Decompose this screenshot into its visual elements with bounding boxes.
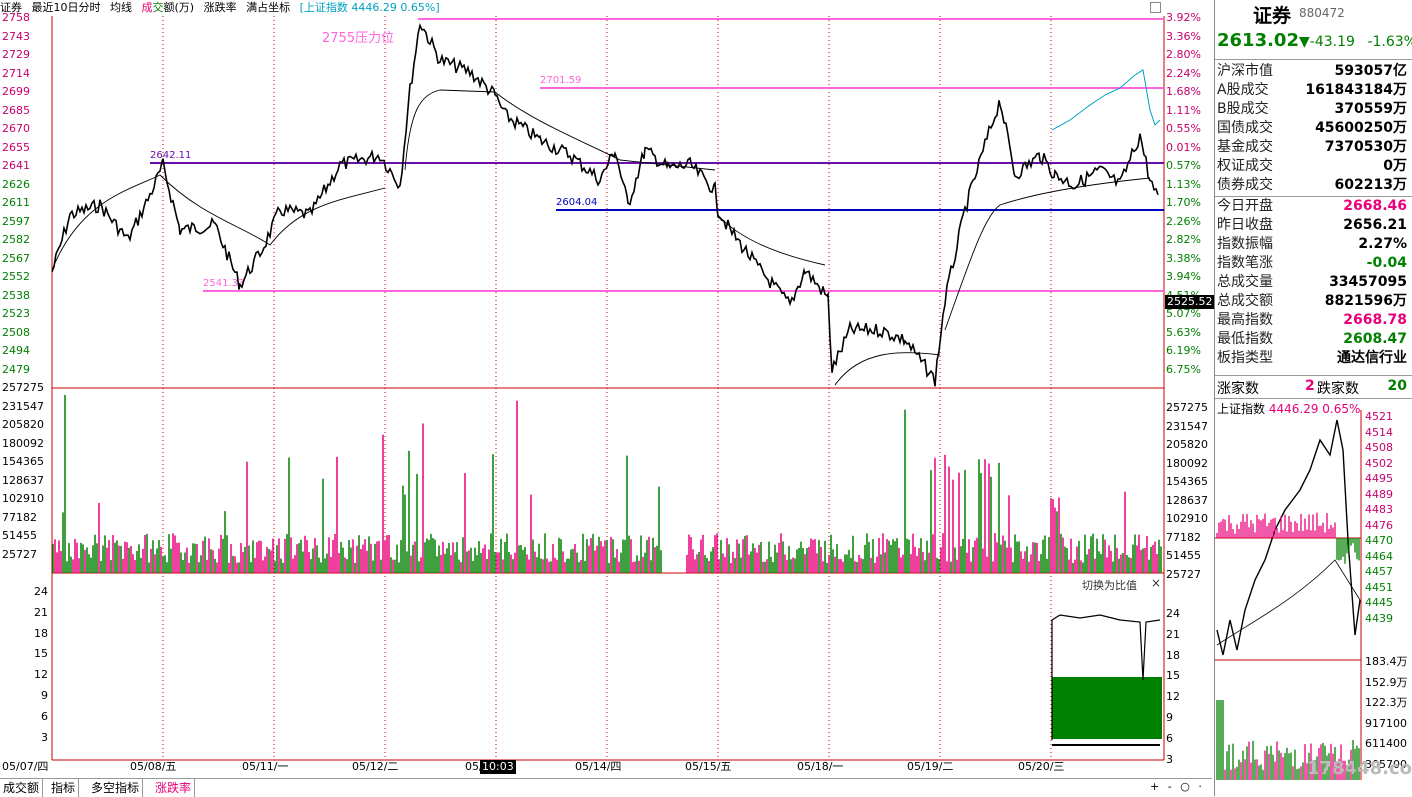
quote-row-value: 161843184万: [1305, 82, 1407, 98]
time-tick: 10:03: [480, 760, 516, 774]
quote-row-label: 最低指数: [1217, 331, 1273, 347]
quote-row-value: 8821596万: [1324, 293, 1407, 309]
indicator-tab[interactable]: 指标: [48, 779, 80, 797]
time-tick: 05/19/二: [907, 760, 954, 773]
sidebar-title: 证券: [1253, 5, 1292, 27]
up-count-value: 2: [1305, 378, 1315, 394]
quote-row: A股成交 161843184万: [1217, 81, 1411, 100]
quote-row-label: 权证成交: [1217, 158, 1273, 174]
quote-row-label: 基金成交: [1217, 139, 1273, 155]
quote-sidebar: 证券 880472 2613.02▼-43.19 -1.63% 沪深市值 5930…: [1214, 0, 1412, 796]
quote-row: 总成交量 33457095: [1217, 273, 1411, 292]
quote-row-value: 602213万: [1334, 177, 1407, 193]
down-arrow-icon: ▼: [1298, 34, 1310, 50]
sidebar-change-pct: -1.63%: [1367, 34, 1412, 50]
quote-row: 指数笔涨 -0.04: [1217, 254, 1411, 273]
sidebar-price-line: 2613.02▼-43.19 -1.63%: [1217, 30, 1412, 51]
quote-row-label: B股成交: [1217, 101, 1269, 117]
quote-row-value: 2.27%: [1358, 236, 1407, 252]
quote-row-label: 指数笔涨: [1217, 255, 1273, 271]
quote-row: 权证成交 0万: [1217, 157, 1411, 176]
sidebar-code: 880472: [1299, 6, 1345, 20]
breadth-row: 涨家数 2 跌家数 20: [1217, 378, 1411, 397]
time-tick: 05/08/五: [130, 760, 177, 773]
zoom-out-button[interactable]: -: [1168, 780, 1172, 793]
quote-row-value: -0.04: [1366, 255, 1407, 271]
level-2642-label: 2642.11: [150, 150, 191, 161]
sidebar-change: -43.19: [1309, 34, 1355, 50]
quote-row-label: 总成交额: [1217, 293, 1273, 309]
time-tick: 05/07/四: [2, 760, 49, 773]
watermark: 178448.com: [1307, 758, 1412, 779]
quote-row: 债券成交 602213万: [1217, 176, 1411, 195]
quote-row-label: 债券成交: [1217, 177, 1273, 193]
time-tick: 05/12/二: [352, 760, 399, 773]
quote-row: 沪深市值 593057亿: [1217, 62, 1411, 81]
quote-row: B股成交 370559万: [1217, 100, 1411, 119]
time-tick: 05/11/一: [242, 760, 289, 773]
time-tick: 05/15/五: [685, 760, 732, 773]
current-price-tag: 2525.52: [1165, 295, 1215, 309]
quote-row-label: 沪深市值: [1217, 63, 1273, 79]
level-2604-label: 2604.04: [556, 197, 597, 208]
quote-row-label: 昨日收盘: [1217, 217, 1273, 233]
quote-row-value: 593057亿: [1334, 63, 1407, 79]
quote-row-label: A股成交: [1217, 82, 1269, 98]
quote-row: 昨日收盘 2656.21: [1217, 216, 1411, 235]
quote-row-label: 指数振幅: [1217, 236, 1273, 252]
quote-row-value: 370559万: [1334, 101, 1407, 117]
sidebar-price: 2613.02: [1217, 30, 1299, 51]
time-tick: 05/14/四: [575, 760, 622, 773]
quote-row: 最高指数 2668.78: [1217, 311, 1411, 330]
zoom-in-button[interactable]: +: [1150, 780, 1159, 793]
zoom-dot-button[interactable]: ·: [1198, 780, 1202, 793]
quote-row-value: 通达信行业: [1337, 350, 1407, 366]
quote-row-label: 今日开盘: [1217, 198, 1273, 214]
indicator-tab[interactable]: 成交额: [0, 779, 44, 797]
quote-row-value: 0万: [1383, 158, 1407, 174]
quote-row-label: 板指类型: [1217, 350, 1273, 366]
up-count-label: 涨家数: [1217, 381, 1259, 397]
time-tick: 05/20/三: [1018, 760, 1065, 773]
quote-row-label: 总成交量: [1217, 274, 1273, 290]
indicator-tab[interactable]: 多空指标: [88, 779, 144, 797]
quote-row-value: 2668.46: [1343, 198, 1407, 214]
down-count-label: 跌家数: [1317, 381, 1359, 397]
quote-row-value: 2668.78: [1343, 312, 1407, 328]
zoom-circle-button[interactable]: ○: [1180, 780, 1190, 793]
indicator-tabs: 成交额 指标 多空指标 涨跌率: [0, 778, 1212, 797]
down-count-value: 20: [1387, 378, 1407, 394]
level-2701-label: 2701.59: [540, 75, 581, 86]
pressure-annotation: 2755压力位: [322, 31, 394, 46]
mini-index-chart[interactable]: [1215, 410, 1412, 796]
main-chart-canvas[interactable]: 2755压力位 2701.59 2642.11 2604.04 2541.33: [0, 0, 1214, 796]
quote-row: 基金成交 7370530万: [1217, 138, 1411, 157]
quote-row: 国债成交 45600250万: [1217, 119, 1411, 138]
time-tick: 05/18/一: [797, 760, 844, 773]
quote-row-value: 7370530万: [1324, 139, 1407, 155]
close-icon[interactable]: ×: [1151, 576, 1161, 590]
zoom-controls: + - ○ ·: [1150, 779, 1202, 795]
quote-row: 今日开盘 2668.46: [1217, 197, 1411, 216]
quote-row-value: 33457095: [1329, 274, 1407, 290]
quote-row-label: 国债成交: [1217, 120, 1273, 136]
quote-row-value: 45600250万: [1315, 120, 1407, 136]
quote-row-label: 最高指数: [1217, 312, 1273, 328]
quote-row-value: 2608.47: [1343, 331, 1407, 347]
indicator-tab[interactable]: 涨跌率: [152, 779, 196, 797]
quote-row: 最低指数 2608.47: [1217, 330, 1411, 349]
switch-ratio-button[interactable]: 切换为比值: [1082, 577, 1137, 593]
quote-row: 总成交额 8821596万: [1217, 292, 1411, 311]
quote-row: 板指类型 通达信行业: [1217, 349, 1411, 368]
quote-row: 指数振幅 2.27%: [1217, 235, 1411, 254]
quote-row-value: 2656.21: [1343, 217, 1407, 233]
